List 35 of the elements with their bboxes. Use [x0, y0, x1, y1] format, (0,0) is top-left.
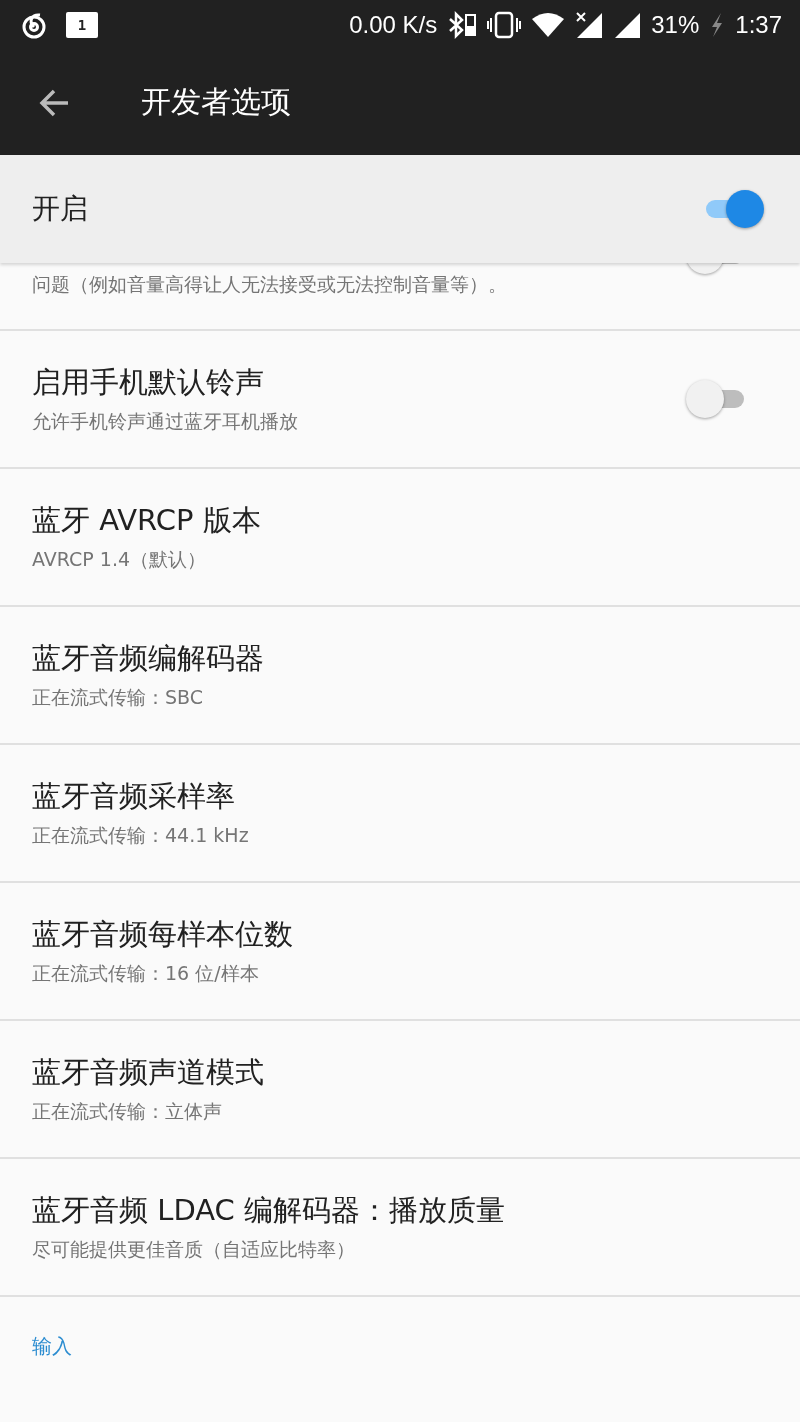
setting-item[interactable]: 蓝牙音频采样率 正在流式传输：44.1 kHz [0, 745, 800, 883]
setting-summary: 正在流式传输：44.1 kHz [32, 823, 249, 848]
setting-summary: 正在流式传输：16 位/样本 [32, 961, 260, 986]
setting-item[interactable]: 启用手机默认铃声 允许手机铃声通过蓝牙耳机播放 [0, 331, 800, 469]
setting-item[interactable]: 蓝牙 AVRCP 版本 AVRCP 1.4（默认） [0, 469, 800, 607]
setting-title: 蓝牙音频编解码器 [32, 640, 264, 677]
setting-item[interactable]: 蓝牙音频编解码器 正在流式传输：SBC [0, 607, 800, 745]
setting-summary: 尽可能提供更佳音质（自适应比特率） [32, 1237, 356, 1262]
setting-title: 蓝牙音频每样本位数 [32, 916, 293, 953]
battery-percent: 31% [651, 11, 700, 39]
app-logo-icon [20, 11, 48, 39]
message-notification-icon: 1 [66, 12, 98, 38]
setting-summary: 正在流式传输：立体声 [32, 1099, 223, 1124]
setting-summary: 问题（例如音量高得让人无法接受或无法控制音量等）。 [32, 272, 507, 297]
wifi-icon [531, 11, 566, 39]
signal-icon [575, 11, 604, 39]
setting-item[interactable]: 蓝牙音频声道模式 正在流式传输：立体声 [0, 1021, 800, 1159]
setting-title: 蓝牙音频采样率 [32, 778, 236, 815]
setting-item[interactable]: 蓝牙音频每样本位数 正在流式传输：16 位/样本 [0, 883, 800, 1021]
network-speed: 0.00 K/s [349, 11, 438, 39]
setting-summary: 正在流式传输：SBC [32, 685, 205, 710]
vibrate-icon [487, 11, 522, 39]
bluetooth-battery-icon [447, 11, 478, 39]
page-title: 开发者选项 [141, 83, 291, 121]
signal-icon [613, 11, 642, 39]
master-switch-label: 开启 [32, 191, 88, 227]
setting-title: 启用手机默认铃声 [32, 364, 265, 401]
setting-summary: 允许手机铃声通过蓝牙耳机播放 [32, 409, 298, 434]
setting-item[interactable]: 蓝牙音频 LDAC 编解码器：播放质量 尽可能提供更佳音质（自适应比特率） [0, 1159, 800, 1297]
setting-summary: AVRCP 1.4（默认） [32, 547, 207, 572]
setting-title: 蓝牙 AVRCP 版本 [32, 502, 261, 539]
setting-title: 蓝牙音频声道模式 [32, 1054, 264, 1091]
category-header: 输入 [32, 1334, 72, 1358]
clock: 1:37 [735, 11, 782, 39]
setting-title: 蓝牙音频 LDAC 编解码器：播放质量 [32, 1192, 505, 1229]
